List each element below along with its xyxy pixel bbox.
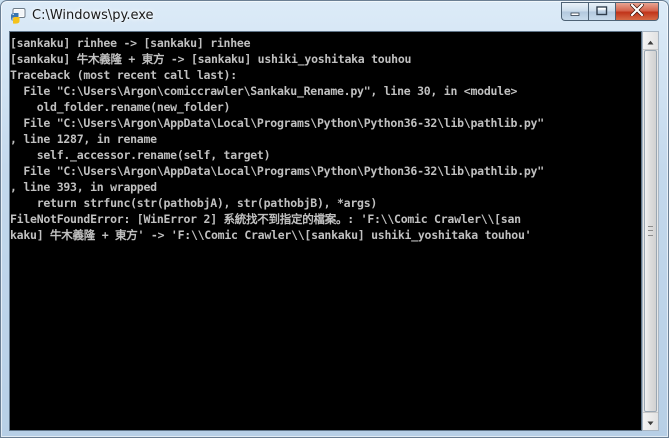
console-output[interactable]: [sankaku] rinhee -> [sankaku] rinhee [sa… [9, 31, 642, 431]
console-line: , line 1287, in rename [10, 132, 157, 146]
maximize-icon [596, 3, 608, 21]
minimize-icon [570, 3, 581, 21]
arrow-down-icon [647, 413, 654, 431]
console-window: C:\Windows\py.exe [sankaku] rinhee -> [s… [0, 0, 669, 438]
console-line: [sankaku] 牛木義隆 + 東方 -> [sankaku] ushiki_… [10, 52, 412, 66]
maximize-button[interactable] [588, 2, 615, 21]
close-icon [629, 1, 645, 21]
console-line: File "C:\Users\Argon\AppData\Local\Progr… [10, 164, 544, 178]
scroll-down-button[interactable] [643, 412, 658, 430]
console-line: kaku] 牛木義隆 + 東方' -> 'F:\\Comic Crawler\\… [10, 228, 532, 242]
console-line: old_folder.rename(new_folder) [10, 100, 231, 114]
arrow-up-icon [647, 32, 654, 50]
close-button[interactable] [615, 1, 659, 21]
console-line: File "C:\Users\Argon\AppData\Local\Progr… [10, 116, 544, 130]
scrollbar-thumb[interactable] [644, 50, 657, 412]
python-launcher-icon[interactable] [10, 8, 26, 24]
console-line: self._accessor.rename(self, target) [10, 148, 271, 162]
console-line: File "C:\Users\Argon\comiccrawler\Sankak… [10, 84, 518, 98]
minimize-button[interactable] [561, 2, 588, 21]
console-line: FileNotFoundError: [WinError 2] 系統找不到指定的… [10, 212, 521, 226]
grip-icon [648, 226, 653, 236]
console-line: return strfunc(str(pathobjA), str(pathob… [10, 196, 378, 210]
caption-buttons [561, 1, 659, 21]
console-text: [sankaku] rinhee -> [sankaku] rinhee [sa… [10, 35, 544, 243]
window-title: C:\Windows\py.exe [32, 8, 154, 23]
console-line: [sankaku] rinhee -> [sankaku] rinhee [10, 36, 251, 50]
console-line: , line 393, in wrapped [10, 180, 157, 194]
title-bar[interactable]: C:\Windows\py.exe [1, 1, 668, 31]
scroll-up-button[interactable] [643, 32, 658, 50]
console-line: Traceback (most recent call last): [10, 68, 237, 82]
vertical-scrollbar[interactable] [642, 31, 659, 431]
